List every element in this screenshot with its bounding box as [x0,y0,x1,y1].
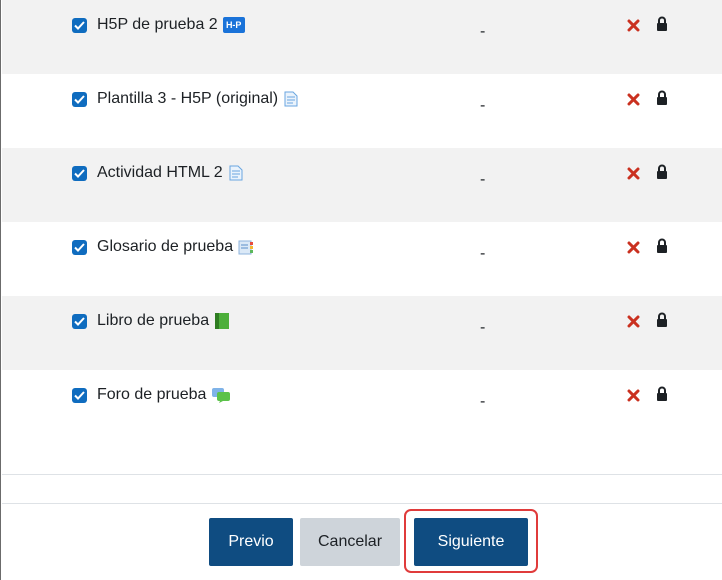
activity-label: Glosario de prueba [97,237,254,257]
activity-row: Actividad HTML 2 - [2,148,722,222]
activity-name: H5P de prueba 2 [97,16,218,33]
section-divider [2,474,722,475]
activity-row: Glosario de prueba - [2,222,722,296]
checkbox-checked-icon[interactable] [72,388,87,403]
activity-value: - [480,97,486,114]
page-icon [284,91,298,107]
activity-value: - [480,319,486,336]
activity-value: - [480,245,486,262]
activity-label: Actividad HTML 2 [97,163,244,183]
remove-icon[interactable] [627,389,640,402]
checkbox-checked-icon[interactable] [72,92,87,107]
restore-settings-panel: H5P de prueba 2 H-P - Plantilla 3 - H5P … [0,0,722,580]
checkbox-checked-icon[interactable] [72,166,87,181]
checkbox-checked-icon[interactable] [72,314,87,329]
remove-icon[interactable] [627,167,640,180]
glossary-icon [238,240,254,255]
lock-icon [657,312,667,327]
page-icon [229,165,243,181]
activity-row: Libro de prueba - [2,296,722,370]
activity-name: Glosario de prueba [97,238,234,255]
remove-icon[interactable] [627,93,640,106]
book-icon [215,313,230,329]
remove-icon[interactable] [627,19,640,32]
activity-value: - [480,393,486,410]
activity-row: Plantilla 3 - H5P (original) - [2,74,722,148]
footer-divider [2,503,722,504]
lock-icon [657,238,667,253]
lock-icon [657,90,667,105]
activity-value: - [480,23,486,40]
activity-name: Actividad HTML 2 [97,164,223,181]
h5p-icon: H-P [222,17,245,33]
checkbox-checked-icon[interactable] [72,240,87,255]
lock-icon [657,164,667,179]
activity-row: H5P de prueba 2 H-P - [2,0,722,74]
activity-value: - [480,171,486,188]
forum-icon [212,388,231,403]
activity-row: Foro de prueba - [2,370,722,444]
lock-icon [657,16,667,31]
activity-name: Plantilla 3 - H5P (original) [97,90,279,107]
remove-icon[interactable] [627,241,640,254]
activity-label: Plantilla 3 - H5P (original) [97,89,299,109]
activity-name: Foro de prueba [97,386,207,403]
activity-name: Libro de prueba [97,312,210,329]
next-button-highlight [404,509,538,573]
cancel-button[interactable]: Cancelar [300,518,400,566]
activity-label: Foro de prueba [97,385,231,405]
remove-icon[interactable] [627,315,640,328]
previous-button[interactable]: Previo [209,518,293,566]
activity-label: Libro de prueba [97,311,230,331]
activity-label: H5P de prueba 2 H-P [97,15,245,35]
lock-icon [657,386,667,401]
checkbox-checked-icon[interactable] [72,18,87,33]
